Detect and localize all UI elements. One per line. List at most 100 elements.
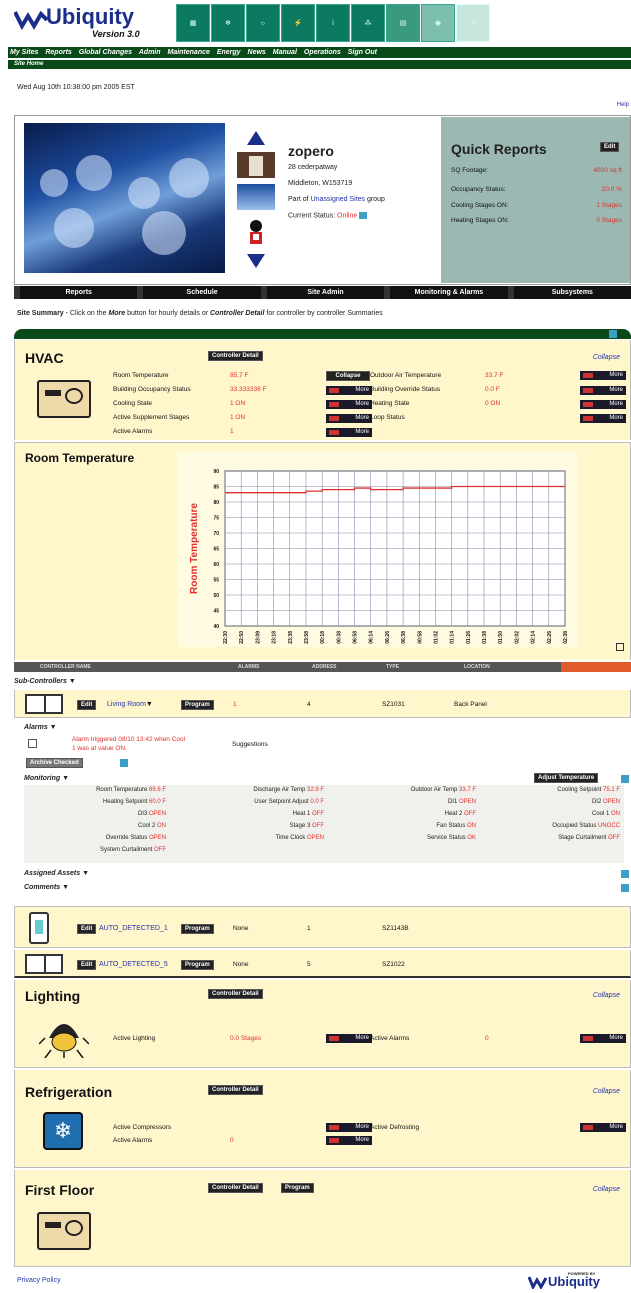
monitoring-label: DI2	[591, 799, 603, 805]
hvac-controller-detail-button[interactable]: Controller Detail	[208, 351, 263, 361]
more-button-alarms[interactable]: More	[326, 428, 372, 437]
suggestions-link[interactable]: Suggestions	[232, 741, 268, 748]
tab-monitoring-alarms[interactable]: Monitoring & Alarms	[384, 286, 507, 299]
adjust-temperature-button[interactable]: Adjust Temperature	[534, 773, 599, 783]
edit-button[interactable]: Edit	[77, 700, 97, 710]
refrigeration-controller-detail-button[interactable]: Controller Detail	[208, 1085, 263, 1095]
lighting-value-active: 0.0 Stages	[230, 1035, 262, 1042]
lighting-controller-detail-button[interactable]: Controller Detail	[208, 989, 263, 999]
power-icon[interactable]: ⚡	[281, 4, 315, 42]
nav-energy[interactable]: Energy	[217, 49, 241, 56]
tab-site-admin[interactable]: Site Admin	[260, 286, 384, 299]
nav-sign-out[interactable]: Sign Out	[348, 49, 377, 56]
chart-zoom-icon[interactable]	[616, 643, 624, 651]
assigned-assets-info-icon[interactable]	[621, 870, 629, 878]
program-button[interactable]: Program	[181, 924, 214, 934]
lamp-icon	[39, 1024, 89, 1058]
more-button-defrosting[interactable]: More	[580, 1123, 626, 1132]
more-button-lighting-alarms[interactable]: More	[580, 1034, 626, 1043]
monitoring-value: 0.0 F	[310, 799, 324, 805]
more-button-occupancy[interactable]: More	[326, 386, 372, 395]
footer-logo[interactable]: Ubiquity	[548, 1274, 600, 1289]
controller-name-link[interactable]: AUTO_DETECTED_5	[99, 961, 168, 968]
first-floor-controller-detail-button[interactable]: Controller Detail	[208, 1183, 263, 1193]
monitoring-value: OFF	[608, 835, 620, 841]
sites-icon[interactable]: ▦	[176, 4, 210, 42]
nav-maintenance[interactable]: Maintenance	[167, 49, 209, 56]
hvac-collapse-button[interactable]: Collapse	[326, 371, 370, 381]
privacy-policy-link[interactable]: Privacy Policy	[17, 1277, 61, 1284]
monitoring-item: Cooling Setpoint 75.1 F	[557, 787, 620, 793]
controller-name-link[interactable]: AUTO_DETECTED_1	[99, 925, 168, 932]
tab-schedule[interactable]: Schedule	[137, 286, 260, 299]
first-floor-title: First Floor	[25, 1182, 95, 1198]
edit-button[interactable]: Edit	[77, 924, 97, 934]
scroll-down-arrow-icon[interactable]	[247, 254, 265, 268]
more-button-loop[interactable]: More	[580, 414, 626, 423]
print-icon[interactable]: ▤	[386, 4, 420, 42]
monitoring-info-icon[interactable]	[621, 775, 629, 783]
status-info-icon[interactable]	[359, 212, 368, 219]
first-floor-program-button[interactable]: Program	[281, 1183, 314, 1193]
quick-reports-edit-button[interactable]: Edit	[600, 142, 620, 152]
nav-reports[interactable]: Reports	[45, 49, 71, 56]
info-icon[interactable]: i	[316, 4, 350, 42]
help-icon[interactable]: ?	[456, 4, 490, 42]
sub-controllers-toggle[interactable]: Sub-Controllers ▼	[14, 678, 76, 685]
first-floor-collapse-link[interactable]: Collapse	[593, 1186, 620, 1193]
controller-name-link[interactable]: Living Room▼	[107, 701, 153, 708]
program-button[interactable]: Program	[181, 700, 214, 710]
thumbnail-mascot-icon[interactable]	[245, 218, 267, 246]
more-button-refrig-alarms[interactable]: More	[326, 1136, 372, 1145]
more-button-outdoor[interactable]: More	[580, 371, 626, 380]
monitoring-toggle[interactable]: Monitoring ▼	[24, 775, 69, 782]
comments-toggle[interactable]: Comments ▼	[24, 884, 69, 891]
hvac-icon[interactable]: ❄	[211, 4, 245, 42]
more-button-supplement[interactable]: More	[326, 414, 372, 423]
monitoring-label: Cool 1	[591, 811, 611, 817]
comments-info-icon[interactable]	[621, 884, 629, 892]
lighting-icon[interactable]: ☼	[246, 4, 280, 42]
tab-reports[interactable]: Reports	[14, 286, 137, 299]
more-button-heating[interactable]: More	[580, 400, 626, 409]
lighting-collapse-link[interactable]: Collapse	[593, 992, 620, 999]
monitoring-item: System Curtailment OFF	[100, 847, 166, 853]
more-button-active-lighting[interactable]: More	[326, 1034, 372, 1043]
nav-news[interactable]: News	[248, 49, 266, 56]
refrigeration-collapse-link[interactable]: Collapse	[593, 1088, 620, 1095]
nav-global-changes[interactable]: Global Changes	[79, 49, 132, 56]
more-button-compressors[interactable]: More	[326, 1123, 372, 1132]
ubiquity-logo[interactable]: Ubiquity Version 3.0	[14, 4, 174, 42]
network-icon[interactable]: ⁂	[351, 4, 385, 42]
tab-subsystems[interactable]: Subsystems	[507, 286, 631, 299]
hvac-collapse-link[interactable]: Collapse	[593, 354, 620, 361]
unassigned-sites-link[interactable]: Unassigned Sites	[311, 196, 365, 203]
nav-my-sites[interactable]: My Sites	[10, 49, 38, 56]
thumbnail-trees[interactable]	[237, 184, 275, 210]
hvac-card: HVAC Controller Detail Collapse Room Tem…	[14, 340, 631, 440]
monitoring-label: Stage 3	[289, 823, 312, 829]
monitoring-item: Heat 2 OFF	[445, 811, 476, 817]
nav-site-home[interactable]: Site Home	[14, 61, 43, 67]
monitoring-value: UNOCC	[598, 823, 620, 829]
alarms-toggle[interactable]: Alarms ▼	[24, 724, 57, 731]
scroll-up-arrow-icon[interactable]	[247, 131, 265, 145]
help-link[interactable]: Help	[617, 102, 629, 108]
nav-operations[interactable]: Operations	[304, 49, 341, 56]
alarm-checkbox[interactable]	[28, 739, 37, 748]
nav-manual[interactable]: Manual	[273, 49, 297, 56]
more-button-cooling[interactable]: More	[326, 400, 372, 409]
assigned-assets-toggle[interactable]: Assigned Assets ▼	[24, 870, 89, 877]
archive-info-icon[interactable]	[120, 759, 128, 767]
monitoring-label: Stage Curtailment	[558, 835, 608, 841]
snowflake-icon: ❄	[43, 1112, 83, 1150]
archive-checked-button[interactable]: Archive Checked	[26, 758, 83, 768]
expand-all-icon[interactable]	[609, 330, 617, 338]
hvac-title: HVAC	[25, 350, 64, 366]
camera-icon[interactable]: ◉	[421, 4, 455, 42]
edit-button[interactable]: Edit	[77, 960, 97, 970]
nav-admin[interactable]: Admin	[139, 49, 161, 56]
program-button[interactable]: Program	[181, 960, 214, 970]
thumbnail-building[interactable]	[237, 152, 275, 178]
more-button-override[interactable]: More	[580, 386, 626, 395]
